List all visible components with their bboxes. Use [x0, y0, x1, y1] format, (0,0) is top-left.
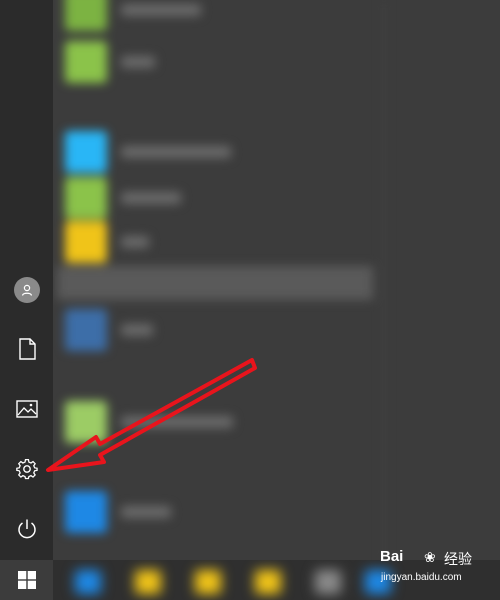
document-icon [18, 338, 36, 360]
gear-icon [15, 459, 38, 480]
list-item[interactable] [65, 40, 155, 84]
app-list [53, 0, 500, 560]
image-icon [15, 400, 38, 418]
taskbar-blurred [53, 560, 500, 600]
power-button[interactable] [0, 501, 53, 557]
windows-logo-icon [17, 571, 36, 589]
list-item[interactable] [65, 490, 171, 534]
account-button[interactable] [0, 262, 53, 318]
list-item[interactable] [65, 308, 153, 352]
settings-button[interactable] [0, 441, 53, 497]
app-list-blurred [53, 0, 500, 560]
start-menu-rail [0, 0, 53, 600]
pictures-button[interactable] [0, 381, 53, 437]
power-icon [17, 519, 36, 539]
taskbar [53, 560, 500, 600]
taskbar-app-icon[interactable] [75, 570, 101, 594]
app-tile-icon [65, 177, 107, 219]
list-item[interactable] [65, 220, 149, 264]
taskbar-app-icon[interactable] [365, 570, 391, 594]
app-tile-icon [65, 491, 107, 533]
list-item[interactable] [65, 176, 181, 220]
list-divider [383, 0, 385, 560]
start-button[interactable] [0, 560, 53, 600]
app-tile-icon [65, 131, 107, 173]
taskbar-app-icon[interactable] [255, 570, 281, 594]
user-icon [13, 277, 40, 303]
app-tile-icon [65, 41, 107, 83]
list-hover-highlight [57, 266, 373, 300]
taskbar-app-icon[interactable] [315, 570, 341, 594]
list-item[interactable] [65, 130, 231, 174]
app-tile-icon [65, 221, 107, 263]
app-tile-icon [65, 309, 107, 351]
app-tile-icon [65, 0, 107, 31]
list-item[interactable] [65, 400, 233, 444]
app-tile-icon [65, 401, 107, 443]
list-item[interactable] [65, 0, 201, 32]
taskbar-app-icon[interactable] [135, 570, 161, 594]
documents-button[interactable] [0, 321, 53, 377]
taskbar-app-icon[interactable] [195, 570, 221, 594]
